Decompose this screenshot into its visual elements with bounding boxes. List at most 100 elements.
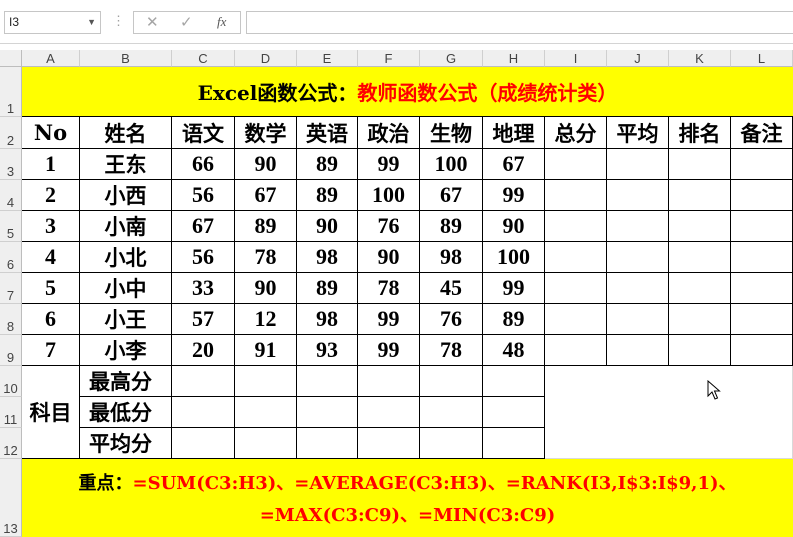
empty-cell[interactable]	[545, 335, 607, 366]
empty-cell[interactable]	[731, 242, 793, 273]
score-cell[interactable]: 99	[483, 273, 545, 304]
empty-cell[interactable]	[731, 149, 793, 180]
empty-cell[interactable]	[545, 242, 607, 273]
score-cell[interactable]: 90	[358, 242, 420, 273]
header-cell[interactable]: 姓名	[80, 117, 172, 149]
row-header-5[interactable]: 5	[0, 211, 22, 242]
score-cell[interactable]: 20	[172, 335, 235, 366]
score-cell[interactable]: 33	[172, 273, 235, 304]
score-cell[interactable]: 98	[420, 242, 483, 273]
score-cell[interactable]: 100	[483, 242, 545, 273]
stat-value-cell[interactable]	[420, 397, 483, 428]
row-header-3[interactable]: 3	[0, 149, 22, 180]
empty-cell[interactable]	[607, 211, 669, 242]
score-cell[interactable]: 89	[235, 211, 297, 242]
stat-value-cell[interactable]	[483, 366, 545, 397]
row-header-6[interactable]: 6	[0, 242, 22, 273]
score-cell[interactable]: 66	[172, 149, 235, 180]
stat-value-cell[interactable]	[235, 428, 297, 459]
row-header-2[interactable]: 2	[0, 117, 22, 149]
score-cell[interactable]: 56	[172, 242, 235, 273]
stat-value-cell[interactable]	[297, 366, 358, 397]
empty-cell[interactable]	[545, 273, 607, 304]
empty-cell[interactable]	[545, 149, 607, 180]
cancel-icon[interactable]: ✕	[146, 13, 159, 31]
formula-note[interactable]: 重点：=SUM(C3:H3)、=AVERAGE(C3:H3)、=RANK(I3,…	[22, 459, 793, 537]
empty-cell[interactable]	[545, 304, 607, 335]
insert-function-icon[interactable]: fx	[217, 14, 226, 30]
name-box[interactable]: I3 ▼	[4, 11, 101, 34]
score-cell[interactable]: 57	[172, 304, 235, 335]
column-header-h[interactable]: H	[483, 50, 545, 67]
empty-cell[interactable]	[669, 335, 731, 366]
empty-cell[interactable]	[731, 180, 793, 211]
column-header-l[interactable]: L	[731, 50, 793, 67]
header-cell[interactable]: 地理	[483, 117, 545, 149]
score-cell[interactable]: 91	[235, 335, 297, 366]
empty-cell[interactable]	[669, 242, 731, 273]
student-no-cell[interactable]: 4	[22, 242, 80, 273]
header-cell[interactable]: 数学	[235, 117, 297, 149]
stat-value-cell[interactable]	[358, 428, 420, 459]
stat-value-cell[interactable]	[483, 428, 545, 459]
student-name-cell[interactable]: 小王	[80, 304, 172, 335]
subject-label-cell[interactable]: 科目	[22, 366, 80, 459]
empty-cell[interactable]	[669, 211, 731, 242]
student-name-cell[interactable]: 小北	[80, 242, 172, 273]
empty-cell[interactable]	[607, 180, 669, 211]
header-cell[interactable]: 平均	[607, 117, 669, 149]
stat-value-cell[interactable]	[235, 366, 297, 397]
score-cell[interactable]: 90	[483, 211, 545, 242]
empty-cell[interactable]	[669, 180, 731, 211]
header-cell[interactable]: 总分	[545, 117, 607, 149]
stat-value-cell[interactable]	[483, 397, 545, 428]
column-header-c[interactable]: C	[172, 50, 235, 67]
stat-label-cell[interactable]: 最高分	[80, 366, 172, 397]
empty-cell[interactable]	[731, 335, 793, 366]
stat-value-cell[interactable]	[172, 397, 235, 428]
empty-region[interactable]	[545, 366, 793, 459]
student-name-cell[interactable]: 小西	[80, 180, 172, 211]
stat-value-cell[interactable]	[358, 397, 420, 428]
empty-cell[interactable]	[731, 304, 793, 335]
score-cell[interactable]: 100	[358, 180, 420, 211]
score-cell[interactable]: 78	[358, 273, 420, 304]
score-cell[interactable]: 90	[235, 273, 297, 304]
stat-value-cell[interactable]	[297, 397, 358, 428]
select-all-corner[interactable]	[0, 50, 22, 67]
column-header-b[interactable]: B	[80, 50, 172, 67]
row-header-11[interactable]: 11	[0, 397, 22, 428]
empty-cell[interactable]	[545, 180, 607, 211]
score-cell[interactable]: 99	[358, 149, 420, 180]
header-cell[interactable]: No	[22, 117, 80, 149]
header-cell[interactable]: 生物	[420, 117, 483, 149]
empty-cell[interactable]	[669, 149, 731, 180]
score-cell[interactable]: 99	[483, 180, 545, 211]
chevron-down-icon[interactable]: ▼	[87, 12, 96, 33]
score-cell[interactable]: 45	[420, 273, 483, 304]
student-no-cell[interactable]: 3	[22, 211, 80, 242]
score-cell[interactable]: 93	[297, 335, 358, 366]
row-header-12[interactable]: 12	[0, 428, 22, 459]
empty-cell[interactable]	[669, 273, 731, 304]
stat-label-cell[interactable]: 最低分	[80, 397, 172, 428]
student-no-cell[interactable]: 6	[22, 304, 80, 335]
column-header-i[interactable]: I	[545, 50, 607, 67]
score-cell[interactable]: 67	[483, 149, 545, 180]
empty-cell[interactable]	[607, 149, 669, 180]
score-cell[interactable]: 78	[420, 335, 483, 366]
score-cell[interactable]: 67	[420, 180, 483, 211]
student-name-cell[interactable]: 小李	[80, 335, 172, 366]
score-cell[interactable]: 89	[420, 211, 483, 242]
student-no-cell[interactable]: 1	[22, 149, 80, 180]
column-header-f[interactable]: F	[358, 50, 420, 67]
score-cell[interactable]: 89	[297, 149, 358, 180]
score-cell[interactable]: 67	[235, 180, 297, 211]
empty-cell[interactable]	[731, 211, 793, 242]
header-cell[interactable]: 排名	[669, 117, 731, 149]
column-header-e[interactable]: E	[297, 50, 358, 67]
row-header-8[interactable]: 8	[0, 304, 22, 335]
stat-label-cell[interactable]: 平均分	[80, 428, 172, 459]
score-cell[interactable]: 98	[297, 304, 358, 335]
enter-icon[interactable]: ✓	[180, 13, 193, 31]
